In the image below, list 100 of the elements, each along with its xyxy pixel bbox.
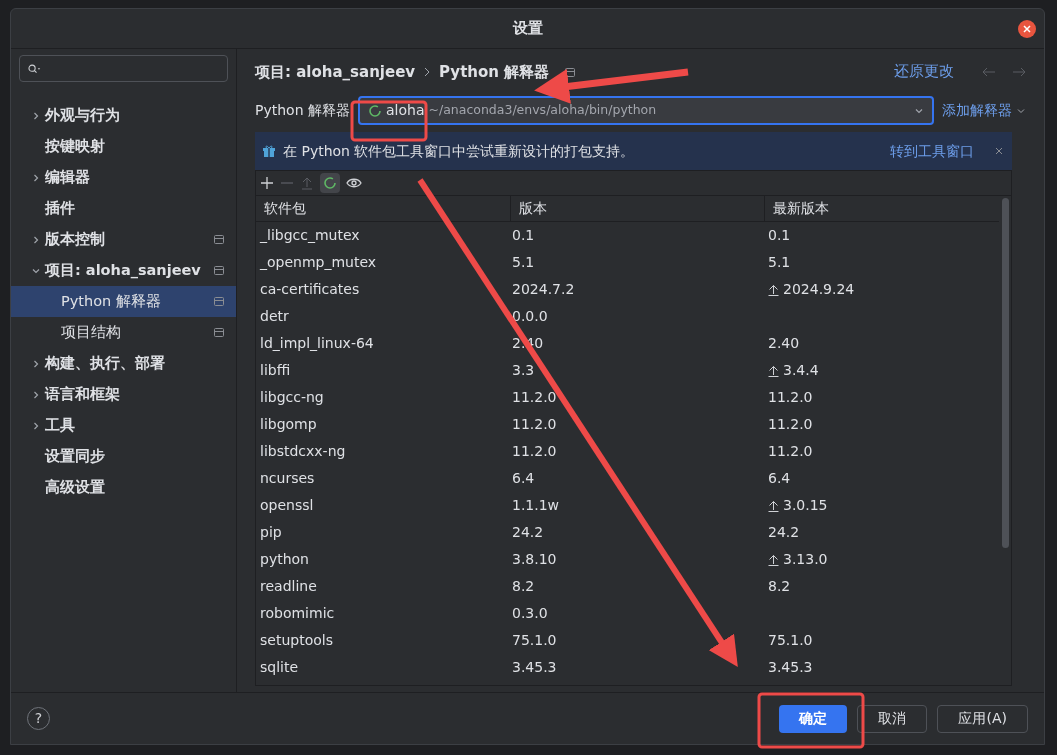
chevron-icon[interactable] (31, 110, 41, 121)
table-cell-text: 3.0.15 (783, 496, 828, 515)
revert-link[interactable]: 还原更改 (894, 61, 954, 83)
close-icon[interactable] (994, 146, 1004, 156)
interpreter-label: Python 解释器 (255, 101, 350, 120)
sidebar-label: 项目: aloha_sanjeev (45, 260, 202, 281)
sidebar-item[interactable]: 插件 (11, 193, 236, 224)
table-cell-text: _libgcc_mutex (259, 226, 361, 245)
sidebar-item[interactable]: 按键映射 (11, 131, 236, 162)
dialog-button[interactable]: 应用(A) (937, 704, 1028, 733)
scrollbar-thumb[interactable] (1001, 198, 1009, 548)
window-icon (214, 235, 224, 244)
table-cell-text: setuptools (259, 631, 334, 650)
table-cell-text: python (259, 550, 310, 569)
window-icon (214, 328, 224, 337)
table-cell-text: ca-certificates (259, 280, 361, 299)
sidebar-label: 项目结构 (61, 322, 122, 342)
table-cell-text: 11.2.0 (768, 442, 813, 461)
table-cell-text: 0.1 (768, 226, 791, 245)
sidebar-item[interactable]: 构建、执行、部署 (11, 348, 236, 379)
table-cell-text: 2024.7.2 (511, 280, 576, 299)
chevron-icon[interactable] (31, 172, 41, 183)
search-icon (28, 62, 41, 75)
table-cell-text: 2.40 (768, 334, 800, 353)
table-cell-text: 3.45.3 (768, 658, 813, 677)
table-cell-text: 24.2 (511, 523, 545, 542)
table-cell-text: 11.2.0 (768, 388, 813, 407)
table-cell-text: 24.2 (768, 523, 800, 542)
sidebar-label: 插件 (45, 198, 76, 218)
plus-icon[interactable] (260, 176, 274, 190)
interpreter-path: ~/anaconda3/envs/aloha/bin/python (428, 101, 658, 120)
sidebar-item[interactable]: 工具 (11, 410, 236, 441)
breadcrumb-item: Python 解释器 (439, 61, 550, 83)
table-cell-text: 8.2 (768, 577, 791, 596)
table-cell-text: 0.0.0 (511, 307, 549, 326)
banner-text: 在 Python 软件包工具窗口中尝试重新设计的打包支持。 (283, 141, 636, 161)
table-cell-text: 3.13.0 (783, 550, 828, 569)
table-cell-text: 0.1 (511, 226, 536, 245)
sidebar-item[interactable]: 项目: aloha_sanjeev (11, 255, 236, 286)
dialog-button[interactable]: 确定 (779, 704, 848, 733)
chevron-icon[interactable] (31, 358, 41, 369)
window-icon (565, 67, 576, 77)
sidebar-label: 设置同步 (45, 446, 106, 466)
sidebar-item[interactable]: Python 解释器 (11, 286, 236, 317)
chevron-icon[interactable] (31, 389, 41, 400)
chevron-icon[interactable] (31, 234, 41, 245)
table-cell-text: 6.4 (768, 469, 791, 488)
table-cell-text: 75.1.0 (511, 631, 558, 650)
interpreter-dropdown[interactable]: aloha ~/anaconda3/envs/aloha/bin/python (358, 96, 934, 125)
table-cell-text: libffi (259, 361, 292, 380)
table-cell-text: sqlite (259, 658, 300, 677)
sidebar-item[interactable]: 编辑器 (11, 162, 236, 193)
table-cell-text: 3.8.10 (511, 550, 558, 569)
table-cell-text: detr (259, 307, 290, 326)
column-header[interactable]: 版本 (510, 196, 764, 221)
table-cell-text: 8.2 (511, 577, 536, 596)
gift-icon (263, 144, 275, 158)
sidebar-label: Python 解释器 (61, 291, 162, 311)
table-cell-text: libgcc-ng (259, 388, 325, 407)
table-cell-text: 2024.9.24 (783, 280, 855, 299)
sidebar-label: 按键映射 (45, 136, 106, 156)
table-cell-text: 1.1.1w (511, 496, 561, 515)
table-cell-text: 11.2.0 (511, 415, 558, 434)
window-icon (214, 297, 224, 306)
sidebar-label: 编辑器 (45, 167, 91, 187)
table-cell-text: 6.4 (511, 469, 536, 488)
sidebar-item[interactable]: 设置同步 (11, 441, 236, 472)
column-header[interactable]: 最新版本 (764, 196, 999, 221)
sidebar-label: 语言和框架 (45, 384, 121, 404)
chevron-icon (423, 67, 432, 77)
table-cell-text: ncurses (259, 469, 316, 488)
chevron-icon[interactable] (31, 420, 41, 431)
refresh-button[interactable] (320, 173, 340, 193)
table-cell-text: libstdcxx-ng (259, 442, 347, 461)
sidebar-item[interactable]: 外观与行为 (11, 100, 236, 131)
tool-window-link[interactable]: 转到工具窗口 (890, 140, 974, 162)
breadcrumb-item: 项目: aloha_sanjeev (255, 61, 416, 83)
table-cell-text: readline (259, 577, 318, 596)
sidebar-item[interactable]: 版本控制 (11, 224, 236, 255)
table-cell-text: 11.2.0 (768, 415, 813, 434)
close-icon (1023, 24, 1031, 33)
dialog-button[interactable]: 取消 (857, 704, 928, 733)
eye-icon[interactable] (346, 177, 362, 189)
sidebar-item[interactable]: 项目结构 (11, 317, 236, 348)
table-cell-text: libgomp (259, 415, 318, 434)
search-field[interactable] (19, 55, 228, 82)
column-header[interactable]: 软件包 (256, 196, 510, 221)
table-cell-text: openssl (259, 496, 315, 515)
table-cell-text: robomimic (259, 604, 336, 623)
table-cell-text: 11.2.0 (511, 442, 558, 461)
sidebar-label: 高级设置 (45, 477, 106, 497)
sidebar-item[interactable]: 语言和框架 (11, 379, 236, 410)
add-interpreter-button[interactable]: 添加解释器 (942, 100, 1026, 121)
interpreter-name: aloha (386, 101, 425, 120)
table-cell-text: ld_impl_linux-64 (259, 334, 375, 353)
table-cell-text: 11.2.0 (511, 388, 558, 407)
sidebar-label: 工具 (45, 415, 76, 435)
table-cell-text: _openmp_mutex (259, 253, 378, 272)
close-button[interactable] (1018, 19, 1036, 38)
sidebar-item[interactable]: 高级设置 (11, 472, 236, 503)
